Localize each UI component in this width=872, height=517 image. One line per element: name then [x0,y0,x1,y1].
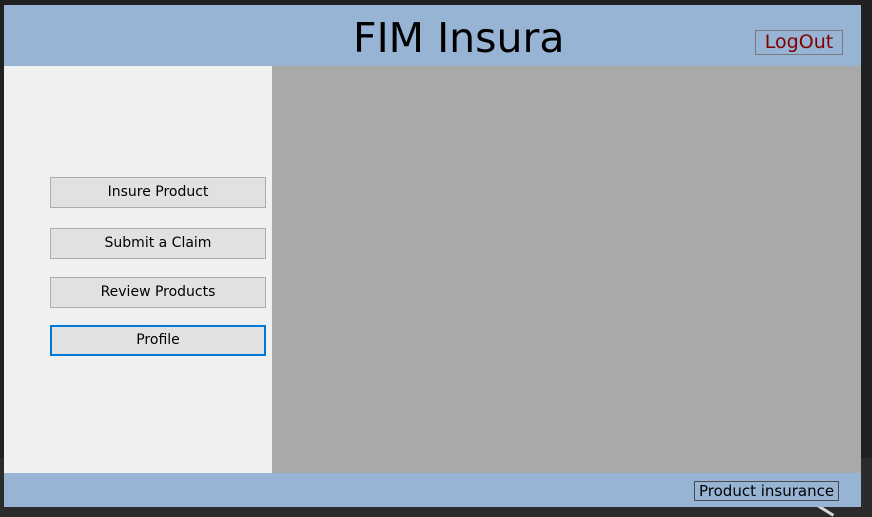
review-products-button[interactable]: Review Products [50,277,266,308]
insure-product-button[interactable]: Insure Product [50,177,266,208]
footer-label: Product insurance [694,481,840,501]
sidebar: Insure Product Submit a Claim Review Pro… [4,66,272,473]
app-window: FIM Insura LogOut Insure Product Submit … [4,5,861,507]
content-panel [272,66,861,473]
app-title: FIM Insura [353,14,565,62]
logout-button[interactable]: LogOut [755,30,843,55]
header-bar: FIM Insura LogOut [4,5,861,66]
profile-button[interactable]: Profile [50,325,266,356]
submit-claim-button[interactable]: Submit a Claim [50,228,266,259]
footer-bar: Product insurance [4,473,861,507]
